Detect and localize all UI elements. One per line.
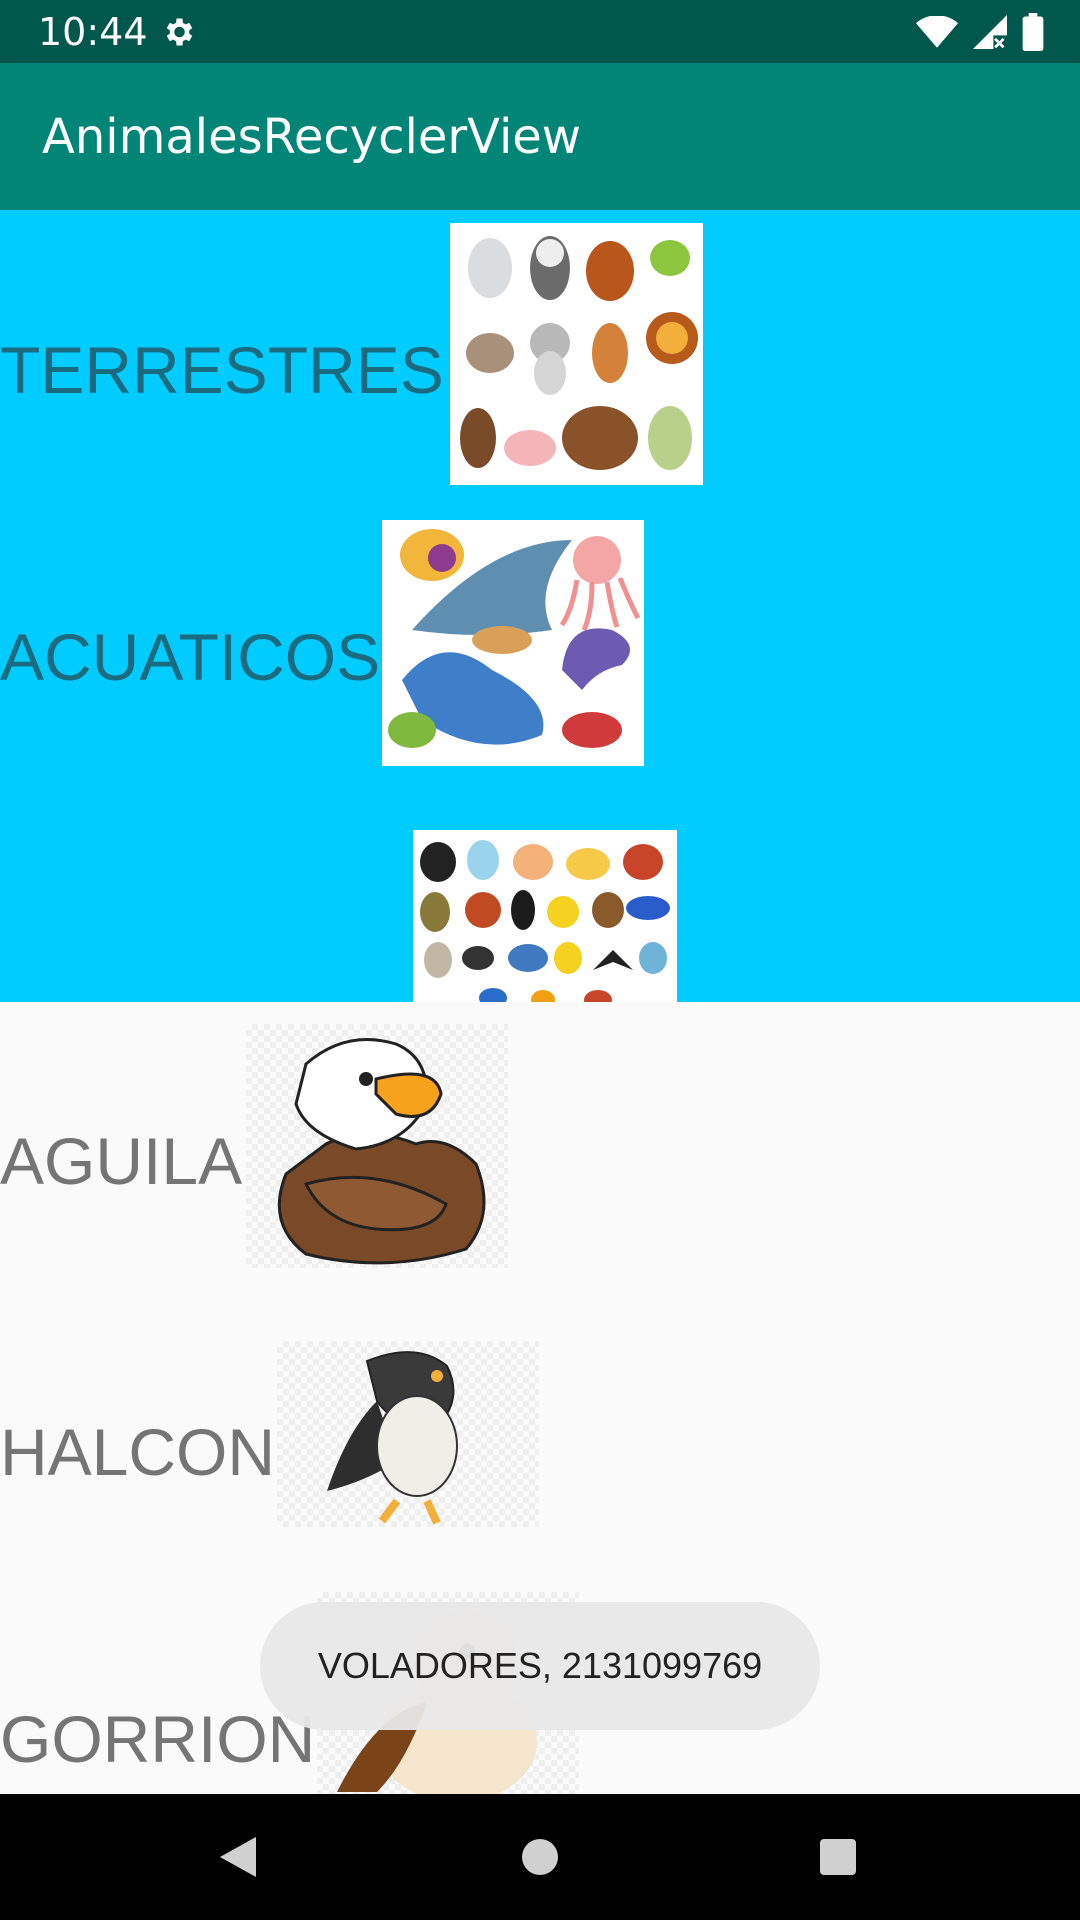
category-label: ACUATICOS [0,620,381,694]
sea-animals-image [382,520,645,766]
gear-icon [166,18,193,46]
toast-message: VOLADORES, 2131099769 [260,1602,820,1730]
bird-item-halcon[interactable]: HALCON [0,1341,540,1527]
status-time: 10:44 [38,10,148,54]
category-label: TERRESTRES [0,333,444,407]
falcon-image [277,1341,540,1527]
home-icon [522,1839,558,1875]
back-button[interactable] [178,1794,298,1920]
bird-label: GORRION [0,1702,316,1776]
category-item-acuaticos[interactable]: ACUATICOS [0,520,645,766]
land-animals-image [449,223,703,485]
app-bar: AnimalesRecyclerView [0,63,1080,210]
bird-label: AGUILA [0,1124,243,1198]
bird-label: HALCON [0,1415,276,1489]
home-button[interactable] [480,1794,600,1920]
back-icon [220,1837,256,1877]
status-icons [916,12,1044,52]
signal-icon [973,15,1007,49]
categories-list[interactable]: TERRESTRES ACUATICOS [0,210,1080,1002]
toast-text: VOLADORES, 2131099769 [317,1645,763,1686]
wifi-icon [916,16,958,48]
status-bar: 10:44 [0,0,1080,63]
app-title: AnimalesRecyclerView [42,109,582,165]
birds-image [412,830,677,1002]
category-item-terrestres[interactable]: TERRESTRES [0,223,703,485]
recents-icon [820,1839,856,1875]
bird-item-aguila[interactable]: AGUILA [0,1024,509,1268]
eagle-image [246,1024,509,1268]
battery-icon [1022,13,1044,51]
recents-button[interactable] [778,1794,898,1920]
navigation-bar [0,1794,1080,1920]
category-label: VOLADORES [0,994,411,1002]
category-item-voladores[interactable]: VOLADORES [0,830,677,1002]
